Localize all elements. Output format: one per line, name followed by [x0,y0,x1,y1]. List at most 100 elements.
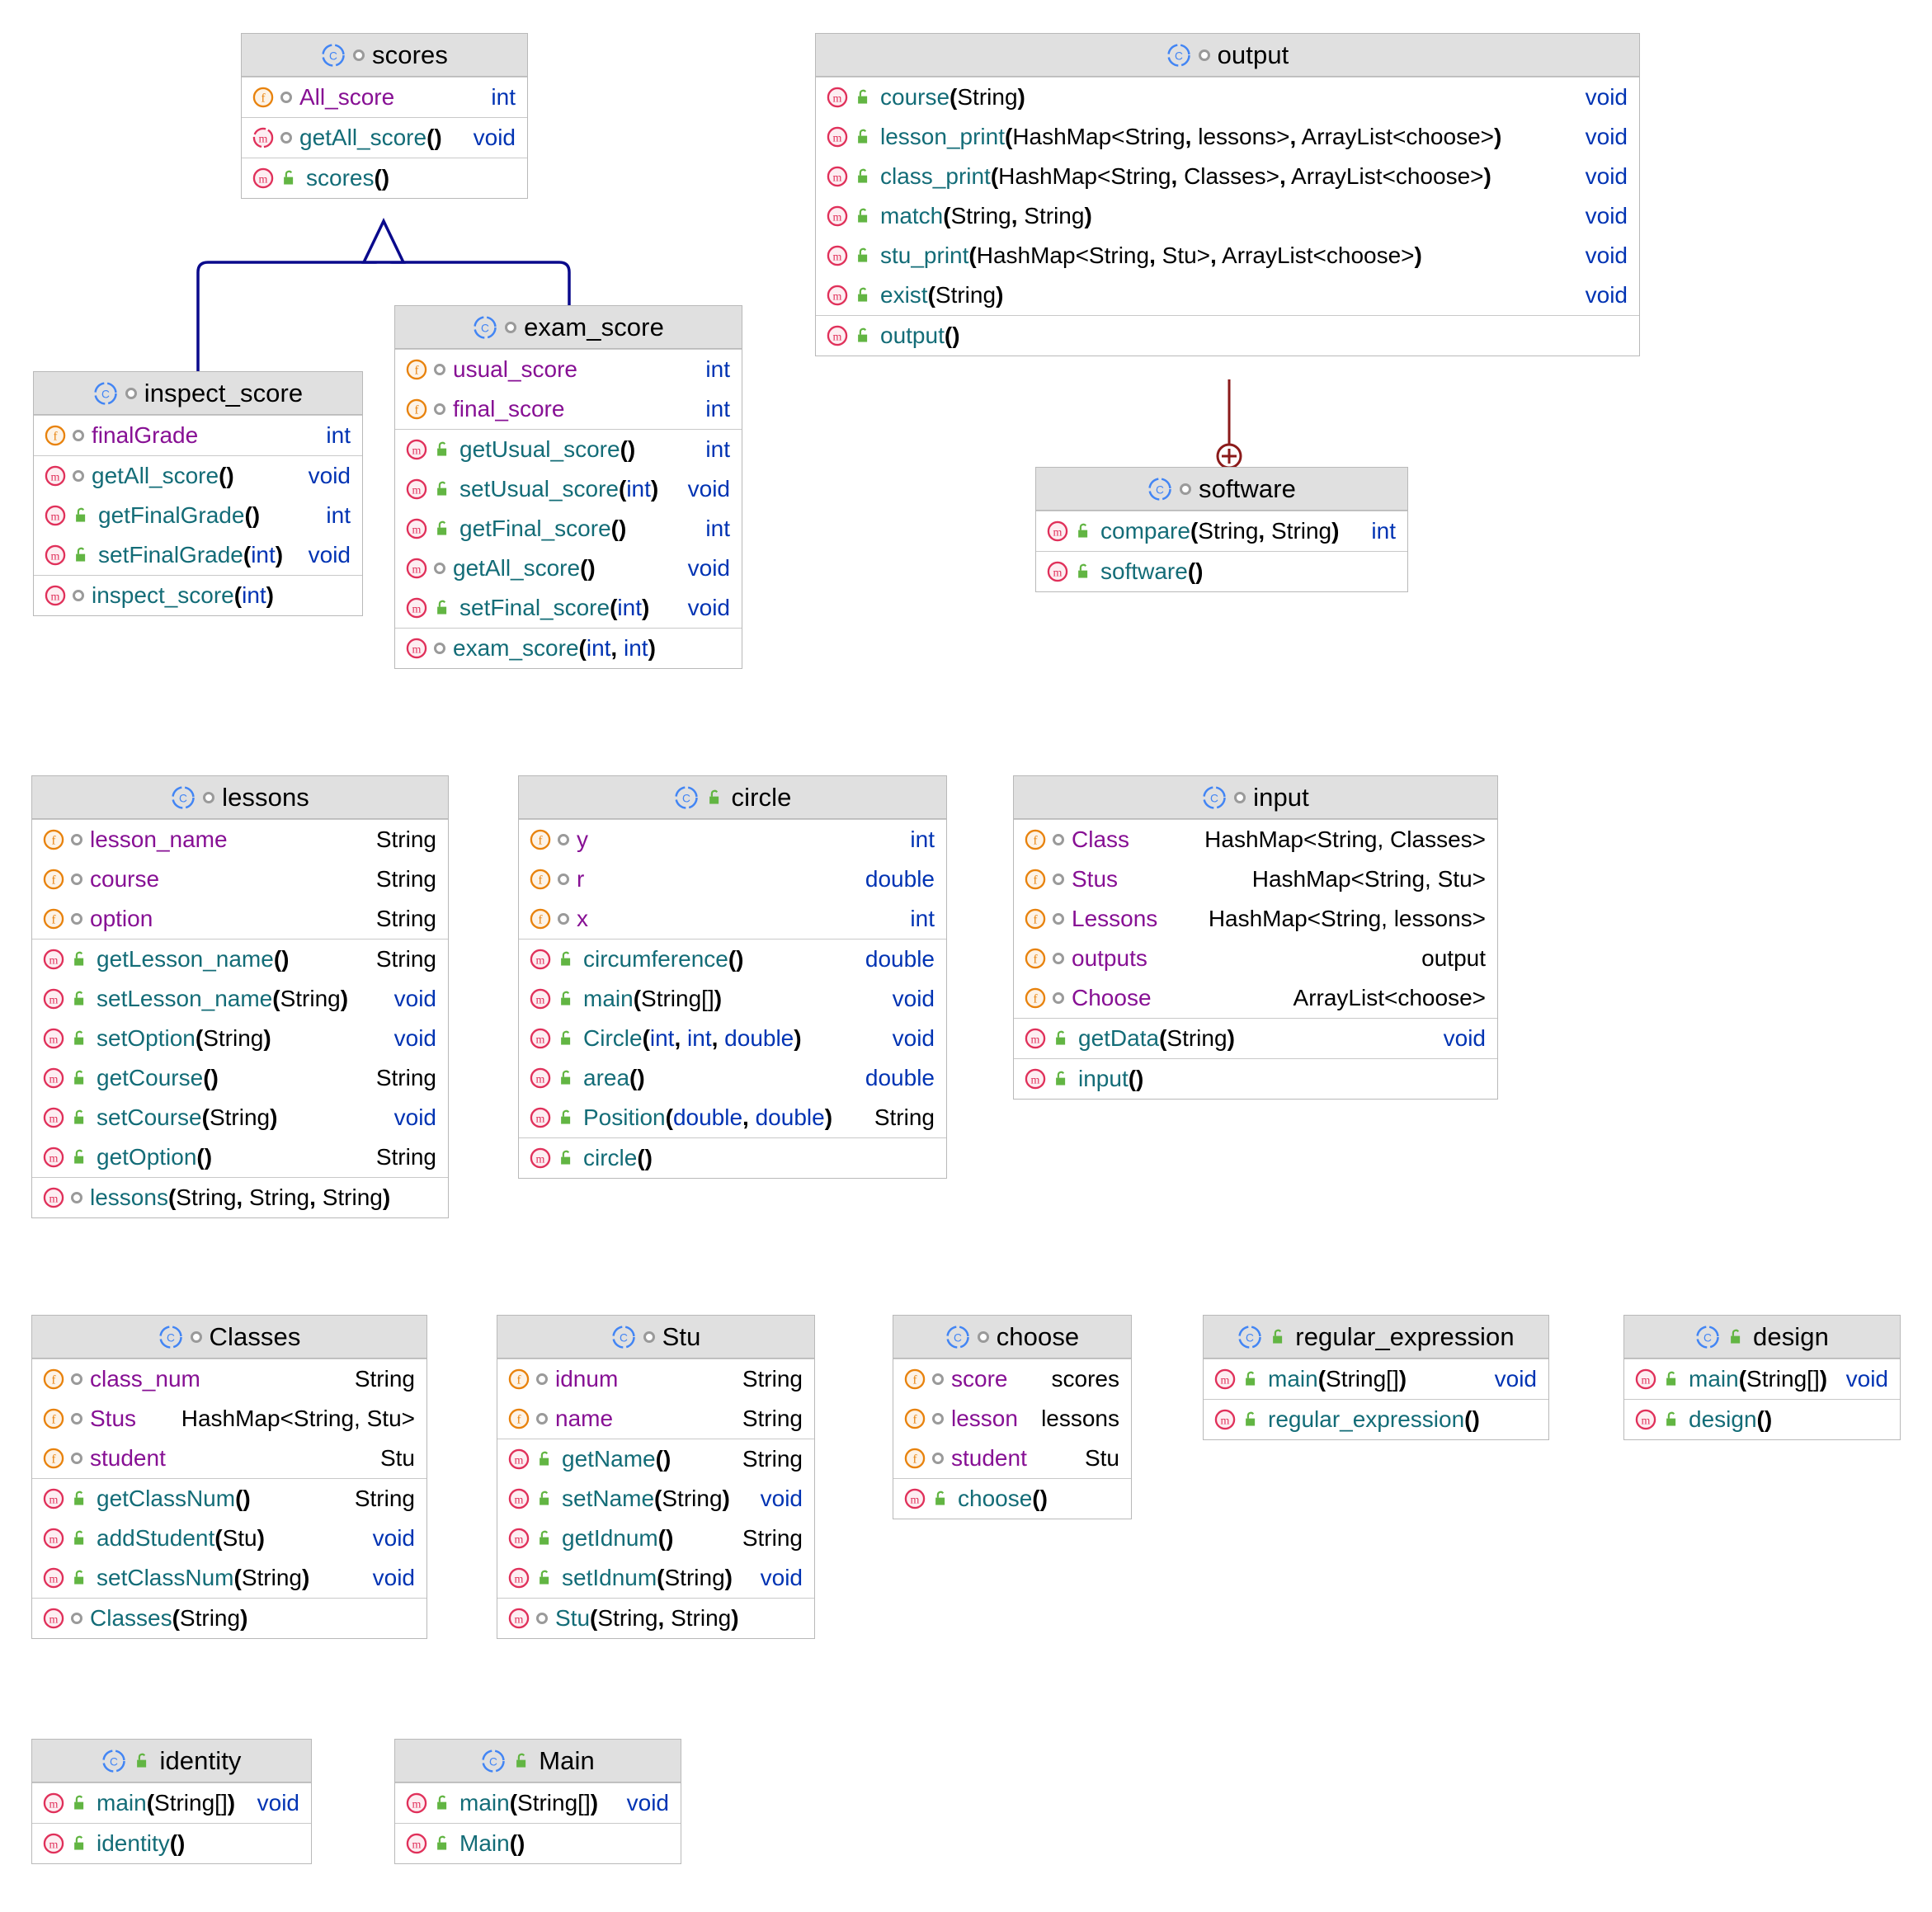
method-row[interactable]: m class_print(HashMap<String, Classes>, … [816,157,1639,196]
method-row[interactable]: m getAll_score() void [395,549,742,588]
method-row[interactable]: m compare(String, String) int [1036,511,1407,551]
method-row[interactable]: m circumference() double [519,940,946,979]
constructor-row[interactable]: m design() [1624,1400,1900,1439]
constructor-row[interactable]: m Main() [395,1824,681,1863]
member-signature: course(String) [880,84,1025,110]
field-row[interactable]: f x int [519,899,946,939]
field-row[interactable]: f Class HashMap<String, Classes> [1014,820,1497,859]
class-box-stu[interactable]: C Stu f idnum String f name String m getName(… [497,1315,815,1639]
constructor-row[interactable]: m exam_score(int, int) [395,629,742,668]
method-row[interactable]: m getIdnum() String [497,1519,814,1558]
constructor-row[interactable]: m identity() [32,1824,311,1863]
field-row[interactable]: f Stus HashMap<String, Stu> [32,1399,426,1439]
method-row[interactable]: m main(String[]) void [1624,1359,1900,1399]
method-row[interactable]: m setClassNum(String) void [32,1558,426,1598]
field-row[interactable]: f Lessons HashMap<String, lessons> [1014,899,1497,939]
method-row[interactable]: m match(String, String) void [816,196,1639,236]
field-row[interactable]: f Choose ArrayList<choose> [1014,978,1497,1018]
class-icon: C [945,1325,970,1349]
method-row[interactable]: m main(String[]) void [32,1783,311,1823]
field-row[interactable]: f lesson_name String [32,820,448,859]
field-row[interactable]: f outputs output [1014,939,1497,978]
method-row[interactable]: m setFinal_score(int) void [395,588,742,628]
method-row[interactable]: m course(String) void [816,78,1639,117]
method-row[interactable]: m addStudent(Stu) void [32,1519,426,1558]
method-row[interactable]: m getClassNum() String [32,1479,426,1519]
method-row[interactable]: m area() double [519,1058,946,1098]
class-box-design[interactable]: C design m main(String[]) void m design() [1623,1315,1901,1440]
method-row[interactable]: m setLesson_name(String) void [32,979,448,1019]
field-icon: f [1024,828,1047,851]
method-row[interactable]: m getAll_score() void [34,456,362,496]
constructor-row[interactable]: m scores() [242,158,527,198]
class-box-software[interactable]: C software m compare(String, String) int… [1035,467,1408,592]
method-row[interactable]: m setFinalGrade(int) void [34,535,362,575]
class-box-output[interactable]: C output m course(String) void m lesson_… [815,33,1640,356]
method-row[interactable]: m setUsual_score(int) void [395,469,742,509]
method-row[interactable]: m getAll_score() void [242,118,527,158]
constructor-row[interactable]: m choose() [893,1479,1131,1519]
method-row[interactable]: m getUsual_score() int [395,430,742,469]
method-row[interactable]: m Circle(int, int, double) void [519,1019,946,1058]
field-row[interactable]: f All_score int [242,78,527,117]
member-signature: final_score [453,396,565,421]
method-row[interactable]: m main(String[]) void [395,1783,681,1823]
class-box-inspect-score[interactable]: C inspect_score f finalGrade int m getAl… [33,371,363,616]
class-box-regular-expression[interactable]: C regular_expression m main(String[]) void… [1203,1315,1549,1440]
method-row[interactable]: m getOption() String [32,1137,448,1177]
method-row[interactable]: m getCourse() String [32,1058,448,1098]
field-row[interactable]: f lesson lessons [893,1399,1131,1439]
constructor-row[interactable]: m regular_expression() [1204,1400,1548,1439]
method-row[interactable]: m getFinalGrade() int [34,496,362,535]
field-row[interactable]: f student Stu [32,1439,426,1478]
method-row[interactable]: m setCourse(String) void [32,1098,448,1137]
method-row[interactable]: m lesson_print(HashMap<String, lessons>,… [816,117,1639,157]
field-row[interactable]: f idnum String [497,1359,814,1399]
field-row[interactable]: f finalGrade int [34,416,362,455]
field-row[interactable]: f option String [32,899,448,939]
method-row[interactable]: m setOption(String) void [32,1019,448,1058]
constructor-row[interactable]: m circle() [519,1138,946,1178]
method-row[interactable]: m main(String[]) void [1204,1359,1548,1399]
method-row[interactable]: m exist(String) void [816,275,1639,315]
class-box-classes[interactable]: C Classes f class_num String f Stus HashMap<… [31,1315,427,1639]
constructor-row[interactable]: m Stu(String, String) [497,1599,814,1638]
method-row[interactable]: m stu_print(HashMap<String, Stu>, ArrayL… [816,236,1639,275]
constructor-row[interactable]: m lessons(String, String, String) [32,1178,448,1217]
field-row[interactable]: f final_score int [395,389,742,429]
constructor-row[interactable]: m input() [1014,1059,1497,1099]
method-row[interactable]: m Position(double, double) String [519,1098,946,1137]
method-row[interactable]: m getFinal_score() int [395,509,742,549]
class-box-scores[interactable]: C scores f All_score int m getAll_score(… [241,33,528,199]
field-row[interactable]: f student Stu [893,1439,1131,1478]
member-signature: class_print(HashMap<String, Classes>, Ar… [880,163,1491,189]
method-row[interactable]: m setName(String) void [497,1479,814,1519]
member-type: String [375,906,436,931]
constructor-row[interactable]: m output() [816,316,1639,356]
field-row[interactable]: f Stus HashMap<String, Stu> [1014,859,1497,899]
field-row[interactable]: f class_num String [32,1359,426,1399]
class-box-circle[interactable]: C circle f y int f r double f x int m circumfer… [518,775,947,1179]
class-box-main[interactable]: C Main m main(String[]) void m Main() [394,1739,681,1864]
field-row[interactable]: f course String [32,859,448,899]
field-row[interactable]: f score scores [893,1359,1131,1399]
method-row[interactable]: m getName() String [497,1439,814,1479]
method-row[interactable]: m setIdnum(String) void [497,1558,814,1598]
field-row[interactable]: f usual_score int [395,350,742,389]
svg-text:m: m [412,484,422,497]
constructor-row[interactable]: m software() [1036,552,1407,591]
class-box-exam-score[interactable]: C exam_score f usual_score int f final_s… [394,305,742,669]
constructor-row[interactable]: m inspect_score(int) [34,576,362,615]
method-row[interactable]: m getLesson_name() String [32,940,448,979]
method-row[interactable]: m main(String[]) void [519,979,946,1019]
class-box-choose[interactable]: C choose f score scores f lesson lessons f st… [893,1315,1132,1519]
class-box-input[interactable]: C input f Class HashMap<String, Classes> f… [1013,775,1498,1100]
field-row[interactable]: f r double [519,859,946,899]
constructor-row[interactable]: m Classes(String) [32,1599,426,1638]
method-row[interactable]: m getData(String) void [1014,1019,1497,1058]
package-private-dot-icon [434,643,445,654]
field-row[interactable]: f name String [497,1399,814,1439]
field-row[interactable]: f y int [519,820,946,859]
class-box-lessons[interactable]: C lessons f lesson_name String f course Stri… [31,775,449,1218]
class-box-identity[interactable]: C identity m main(String[]) void m identity… [31,1739,312,1864]
